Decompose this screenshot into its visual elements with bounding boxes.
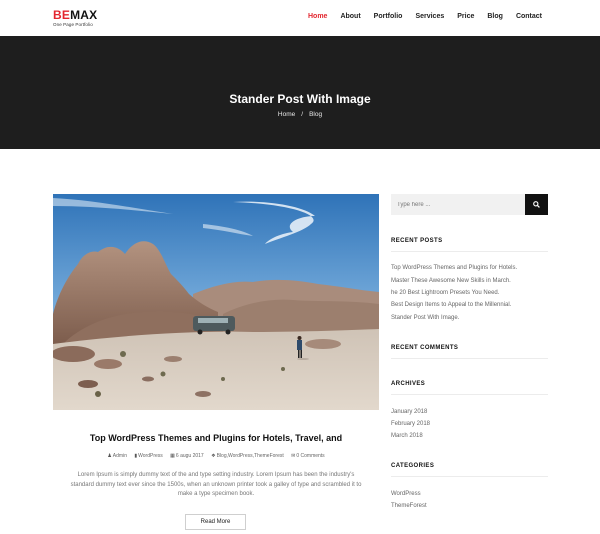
breadcrumb-home[interactable]: Home: [278, 111, 295, 118]
archives-title: ARCHIVES: [391, 381, 426, 387]
calendar-icon: ▦: [170, 453, 175, 459]
divider: [391, 476, 548, 477]
recent-post-link[interactable]: he 20 Best Lightroom Presets You Need.: [391, 290, 499, 296]
divider: [391, 251, 548, 252]
search-widget: [391, 194, 548, 215]
meta-date: ▦6 augu 2017: [170, 453, 204, 459]
read-more-button[interactable]: Read More: [185, 514, 246, 530]
nav-portfolio[interactable]: Portfolio: [374, 12, 403, 22]
logo-tagline: One Page Portfolio: [53, 22, 93, 27]
categories-title: CATEGORIES: [391, 463, 435, 469]
divider: [391, 394, 548, 395]
breadcrumb-current: Blog: [309, 111, 323, 118]
recent-post-link[interactable]: Master These Awesome New Skills in March…: [391, 278, 511, 284]
logo[interactable]: BEMAX One Page Portfolio: [53, 9, 97, 27]
recent-post-link[interactable]: Stander Post With Image.: [391, 315, 459, 321]
meta-tags[interactable]: ❖Blog,WordPress,ThemeForest: [211, 453, 284, 459]
nav-blog[interactable]: Blog: [487, 12, 503, 22]
tag-icon: ❖: [211, 453, 216, 459]
page-title: Stander Post With Image: [229, 92, 371, 106]
breadcrumb-separator: /: [301, 111, 304, 118]
archive-link[interactable]: March 2018: [391, 433, 423, 439]
archive-link[interactable]: January 2018: [391, 409, 427, 415]
nav-services[interactable]: Services: [415, 12, 444, 22]
breadcrumb: Home / Blog: [0, 111, 600, 118]
main-nav: Home About Portfolio Services Price Blog…: [295, 12, 542, 22]
category-link[interactable]: ThemeForest: [391, 503, 427, 509]
nav-contact[interactable]: Contact: [516, 12, 542, 22]
comment-icon: ✉: [291, 453, 296, 459]
post-excerpt: Lorem Ipsum is simply dummy text of the …: [70, 472, 362, 497]
desert-landscape-image: [53, 194, 379, 410]
header-bar: BEMAX One Page Portfolio Home About Port…: [0, 0, 600, 36]
search-button[interactable]: [525, 194, 548, 215]
search-input[interactable]: [391, 194, 525, 215]
page-hero: Stander Post With Image Home / Blog: [0, 36, 600, 149]
recent-post-link[interactable]: Best Design Items to Appeal to the Mille…: [391, 302, 511, 308]
folder-icon: ▮: [134, 453, 138, 459]
category-link[interactable]: WordPress: [391, 491, 421, 497]
nav-about[interactable]: About: [340, 12, 360, 22]
meta-author[interactable]: ♟Admin: [107, 453, 127, 459]
nav-price[interactable]: Price: [457, 12, 474, 22]
divider: [391, 358, 548, 359]
meta-comments[interactable]: ✉0 Comments: [291, 453, 325, 459]
meta-category[interactable]: ▮WordPress: [134, 453, 162, 459]
recent-post-link[interactable]: Top WordPress Themes and Plugins for Hot…: [391, 265, 517, 271]
user-icon: ♟: [107, 453, 112, 459]
search-icon: [533, 201, 540, 208]
nav-home[interactable]: Home: [308, 12, 327, 22]
post-meta: ♟Admin ▮WordPress ▦6 augu 2017 ❖Blog,Wor…: [53, 453, 379, 459]
logo-text: BEMAX: [53, 8, 98, 22]
post-featured-image[interactable]: [53, 194, 379, 410]
post-title[interactable]: Top WordPress Themes and Plugins for Hot…: [53, 433, 379, 443]
archive-link[interactable]: February 2018: [391, 421, 430, 427]
recent-posts-title: RECENT POSTS: [391, 238, 443, 244]
recent-comments-title: RECENT COMMENTS: [391, 345, 459, 351]
